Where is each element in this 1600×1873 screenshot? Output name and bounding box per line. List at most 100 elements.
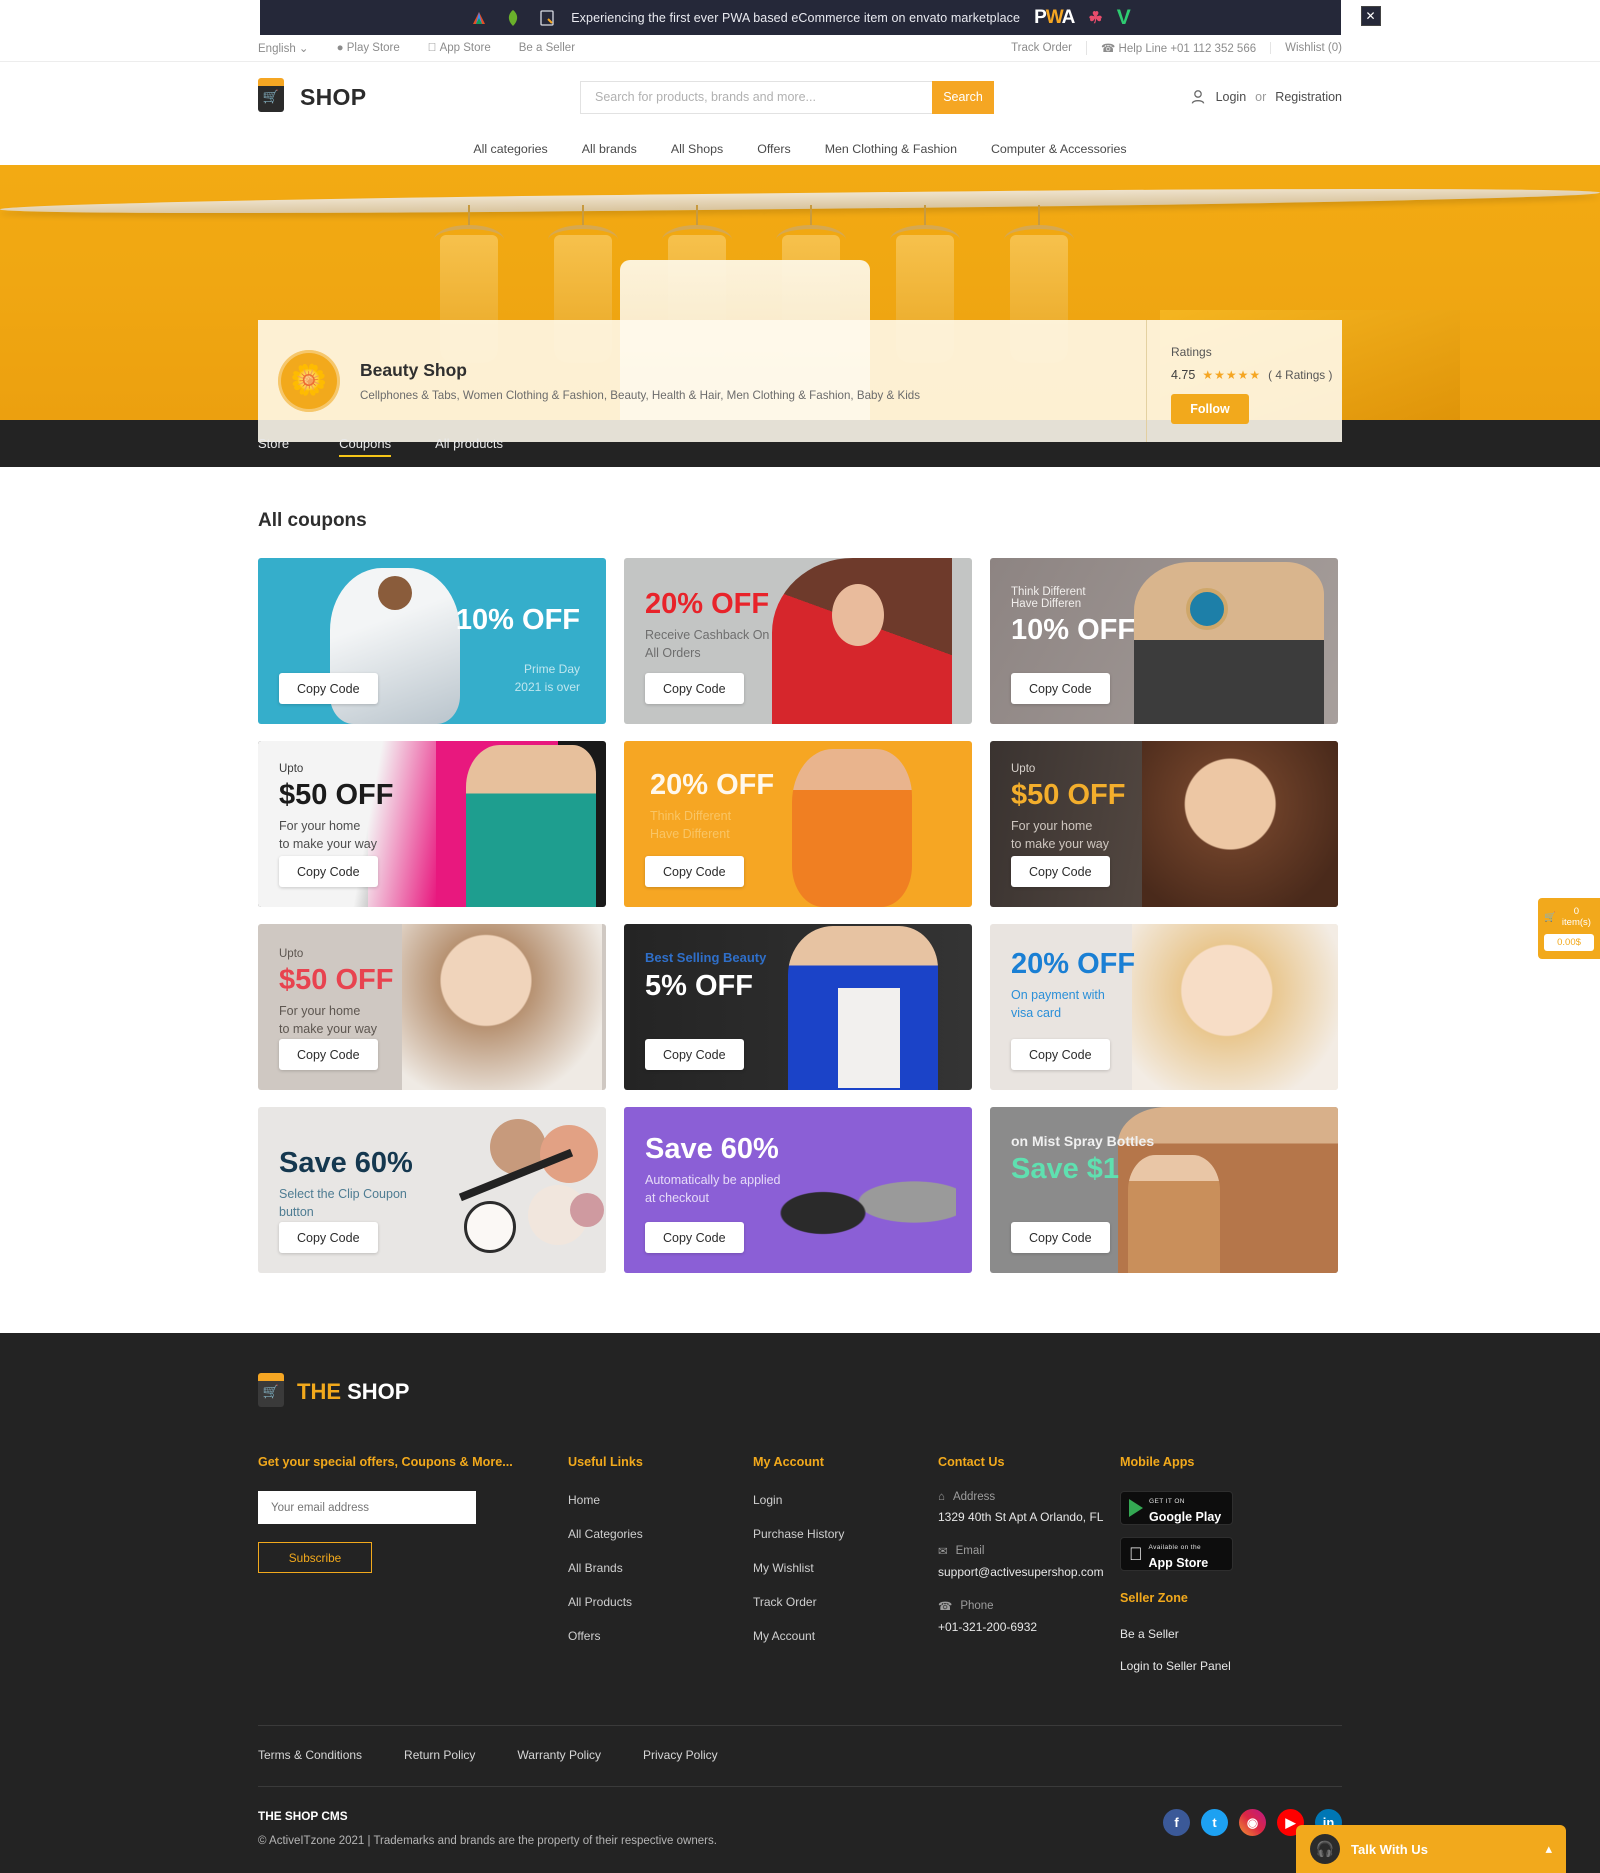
- policy-privacy[interactable]: Privacy Policy: [643, 1748, 718, 1762]
- footer-link-be-a-seller[interactable]: Be a Seller: [1120, 1627, 1302, 1641]
- policy-return[interactable]: Return Policy: [404, 1748, 475, 1762]
- my-account-column: My Account Login Purchase History My Wis…: [753, 1455, 938, 1691]
- twitter-icon[interactable]: t: [1201, 1809, 1228, 1836]
- be-a-seller-link[interactable]: Be a Seller: [505, 42, 589, 54]
- instagram-icon[interactable]: ◉: [1239, 1809, 1266, 1836]
- tab-coupons[interactable]: Coupons: [317, 420, 413, 467]
- coupon-card[interactable]: 20% OFF Think Different Have Different Co…: [624, 741, 972, 907]
- promo-text: Experiencing the first ever PWA based eC…: [571, 10, 1021, 25]
- page-icon: [537, 8, 557, 28]
- footer-link-my-account[interactable]: My Account: [753, 1629, 815, 1643]
- coupon-discount: $50 OFF: [279, 964, 394, 996]
- app-store-link[interactable]:  App Store: [414, 42, 505, 54]
- login-link[interactable]: Login: [1216, 90, 1247, 104]
- help-line[interactable]: ☎ Help Line +01 112 352 566: [1086, 41, 1270, 55]
- copy-code-button[interactable]: Copy Code: [1011, 1039, 1110, 1070]
- language-selector[interactable]: English ⌄: [258, 41, 323, 55]
- footer-logo-the: THE: [297, 1379, 341, 1404]
- email-field[interactable]: [258, 1491, 476, 1524]
- address-value: 1329 40th St Apt A Orlando, FL: [938, 1510, 1104, 1524]
- footer-link-login[interactable]: Login: [753, 1493, 782, 1507]
- cms-name: THE SHOP CMS: [258, 1809, 348, 1823]
- coupon-subtitle: Select the Clip Coupon button: [279, 1187, 407, 1220]
- copy-code-button[interactable]: Copy Code: [279, 1039, 378, 1070]
- coupon-card[interactable]: Best Selling Beauty 5% OFF Copy Code: [624, 924, 972, 1090]
- footer-link-all-categories[interactable]: All Categories: [568, 1527, 643, 1541]
- nav-item-all-brands[interactable]: All brands: [565, 142, 654, 156]
- coupon-card[interactable]: 20% OFF On payment with visa card Copy Co…: [990, 924, 1338, 1090]
- floating-cart-widget[interactable]: 🛒 0 item(s) 0.00$: [1538, 898, 1600, 959]
- leaf-icon: [503, 8, 523, 28]
- ratings-label: Ratings: [1171, 345, 1212, 359]
- ratings-count: ( 4 Ratings ): [1268, 368, 1333, 382]
- tab-store[interactable]: Store: [258, 420, 317, 467]
- main-header: 🛒 SHOP Search Login or Registration: [0, 62, 1600, 132]
- wishlist-link[interactable]: Wishlist (0): [1270, 42, 1342, 54]
- policy-links: Terms & Conditions Return Policy Warrant…: [258, 1726, 1342, 1786]
- coupon-card[interactable]: Upto $50 OFF For your home to make your w…: [258, 924, 606, 1090]
- search-input[interactable]: [580, 80, 932, 114]
- footer-logo[interactable]: 🛒 THE SHOP: [258, 1373, 1342, 1407]
- nav-item-all-shops[interactable]: All Shops: [654, 142, 740, 156]
- coupon-card[interactable]: on Mist Spray Bottles Save $1 Copy Code: [990, 1107, 1338, 1273]
- nav-item-offers[interactable]: Offers: [740, 142, 808, 156]
- coupon-discount: $50 OFF: [1011, 779, 1126, 811]
- policy-terms[interactable]: Terms & Conditions: [258, 1748, 362, 1762]
- copy-code-button[interactable]: Copy Code: [1011, 1222, 1110, 1253]
- coupon-discount: Save 60%: [279, 1147, 413, 1179]
- app-store-badge[interactable]:  Available on the App Store: [1120, 1537, 1233, 1571]
- copy-code-button[interactable]: Copy Code: [645, 856, 744, 887]
- registration-link[interactable]: Registration: [1275, 90, 1342, 104]
- facebook-icon[interactable]: f: [1163, 1809, 1190, 1836]
- shop-rating-box: Ratings 4.75 ★★★★★ ( 4 Ratings ) Follow: [1146, 320, 1342, 442]
- copy-code-button[interactable]: Copy Code: [1011, 856, 1110, 887]
- coupon-card[interactable]: 10% OFF Prime Day 2021 is over Copy Code: [258, 558, 606, 724]
- coupon-card[interactable]: Save 60% Select the Clip Coupon button Co…: [258, 1107, 606, 1273]
- nav-item-men-clothing[interactable]: Men Clothing & Fashion: [808, 142, 974, 156]
- phone-label: Phone: [960, 1600, 994, 1612]
- nav-item-all-categories[interactable]: All categories: [456, 142, 564, 156]
- copy-code-button[interactable]: Copy Code: [279, 1222, 378, 1253]
- footer-link-offers[interactable]: Offers: [568, 1629, 600, 1643]
- subscribe-button[interactable]: Subscribe: [258, 1542, 372, 1573]
- copy-code-button[interactable]: Copy Code: [645, 673, 744, 704]
- coupon-card[interactable]: Upto $50 OFF For your home to make your w…: [258, 741, 606, 907]
- footer-link-my-wishlist[interactable]: My Wishlist: [753, 1561, 814, 1575]
- search-button[interactable]: Search: [932, 80, 994, 114]
- footer-link-track-order[interactable]: Track Order: [753, 1595, 817, 1609]
- copy-code-button[interactable]: Copy Code: [279, 856, 378, 887]
- nav-item-computer-accessories[interactable]: Computer & Accessories: [974, 142, 1144, 156]
- track-order-link[interactable]: Track Order: [997, 42, 1086, 54]
- copy-code-button[interactable]: Copy Code: [1011, 673, 1110, 704]
- copy-code-button[interactable]: Copy Code: [645, 1039, 744, 1070]
- policy-warranty[interactable]: Warranty Policy: [517, 1748, 601, 1762]
- play-store-link[interactable]: ● Play Store: [323, 42, 414, 54]
- phone-icon: ☎: [1101, 43, 1116, 55]
- shopping-bag-icon: 🛒: [258, 1373, 284, 1407]
- coupon-card[interactable]: Think Different Have Differen 10% OFF Cop…: [990, 558, 1338, 724]
- follow-button[interactable]: Follow: [1171, 394, 1249, 424]
- coupon-card[interactable]: Save 60% Automatically be applied at chec…: [624, 1107, 972, 1273]
- coupon-card[interactable]: Upto $50 OFF For your home to make your w…: [990, 741, 1338, 907]
- tab-all-products[interactable]: All products: [413, 420, 525, 467]
- coupon-card[interactable]: 20% OFF Receive Cashback On All Orders Co…: [624, 558, 972, 724]
- copy-code-button[interactable]: Copy Code: [645, 1222, 744, 1253]
- coupon-grid: 10% OFF Prime Day 2021 is over Copy Code …: [258, 558, 1342, 1273]
- footer-link-all-products[interactable]: All Products: [568, 1595, 632, 1609]
- promo-close-button[interactable]: ✕: [1360, 6, 1381, 26]
- promo-banner: Experiencing the first ever PWA based eC…: [259, 0, 1381, 35]
- app-store-main: App Store: [1135, 1556, 1209, 1570]
- coupon-tagline: Upto: [279, 763, 304, 775]
- chevron-up-icon[interactable]: ▴: [1545, 1841, 1552, 1857]
- copyright-text: © ActiveITzone 2021 | Trademarks and bra…: [258, 1835, 717, 1847]
- google-play-badge[interactable]: GET IT ON Google Play: [1120, 1491, 1233, 1525]
- chat-widget[interactable]: 🎧 Talk With Us ▴: [1296, 1825, 1566, 1873]
- footer-link-home[interactable]: Home: [568, 1493, 600, 1507]
- copy-code-button[interactable]: Copy Code: [279, 673, 378, 704]
- footer-link-all-brands[interactable]: All Brands: [568, 1561, 623, 1575]
- user-icon: [1189, 88, 1207, 106]
- shop-name: Beauty Shop: [360, 360, 467, 380]
- footer-link-seller-panel[interactable]: Login to Seller Panel: [1120, 1659, 1302, 1673]
- brand-logo[interactable]: 🛒 SHOP: [258, 78, 498, 112]
- footer-link-purchase-history[interactable]: Purchase History: [753, 1527, 844, 1541]
